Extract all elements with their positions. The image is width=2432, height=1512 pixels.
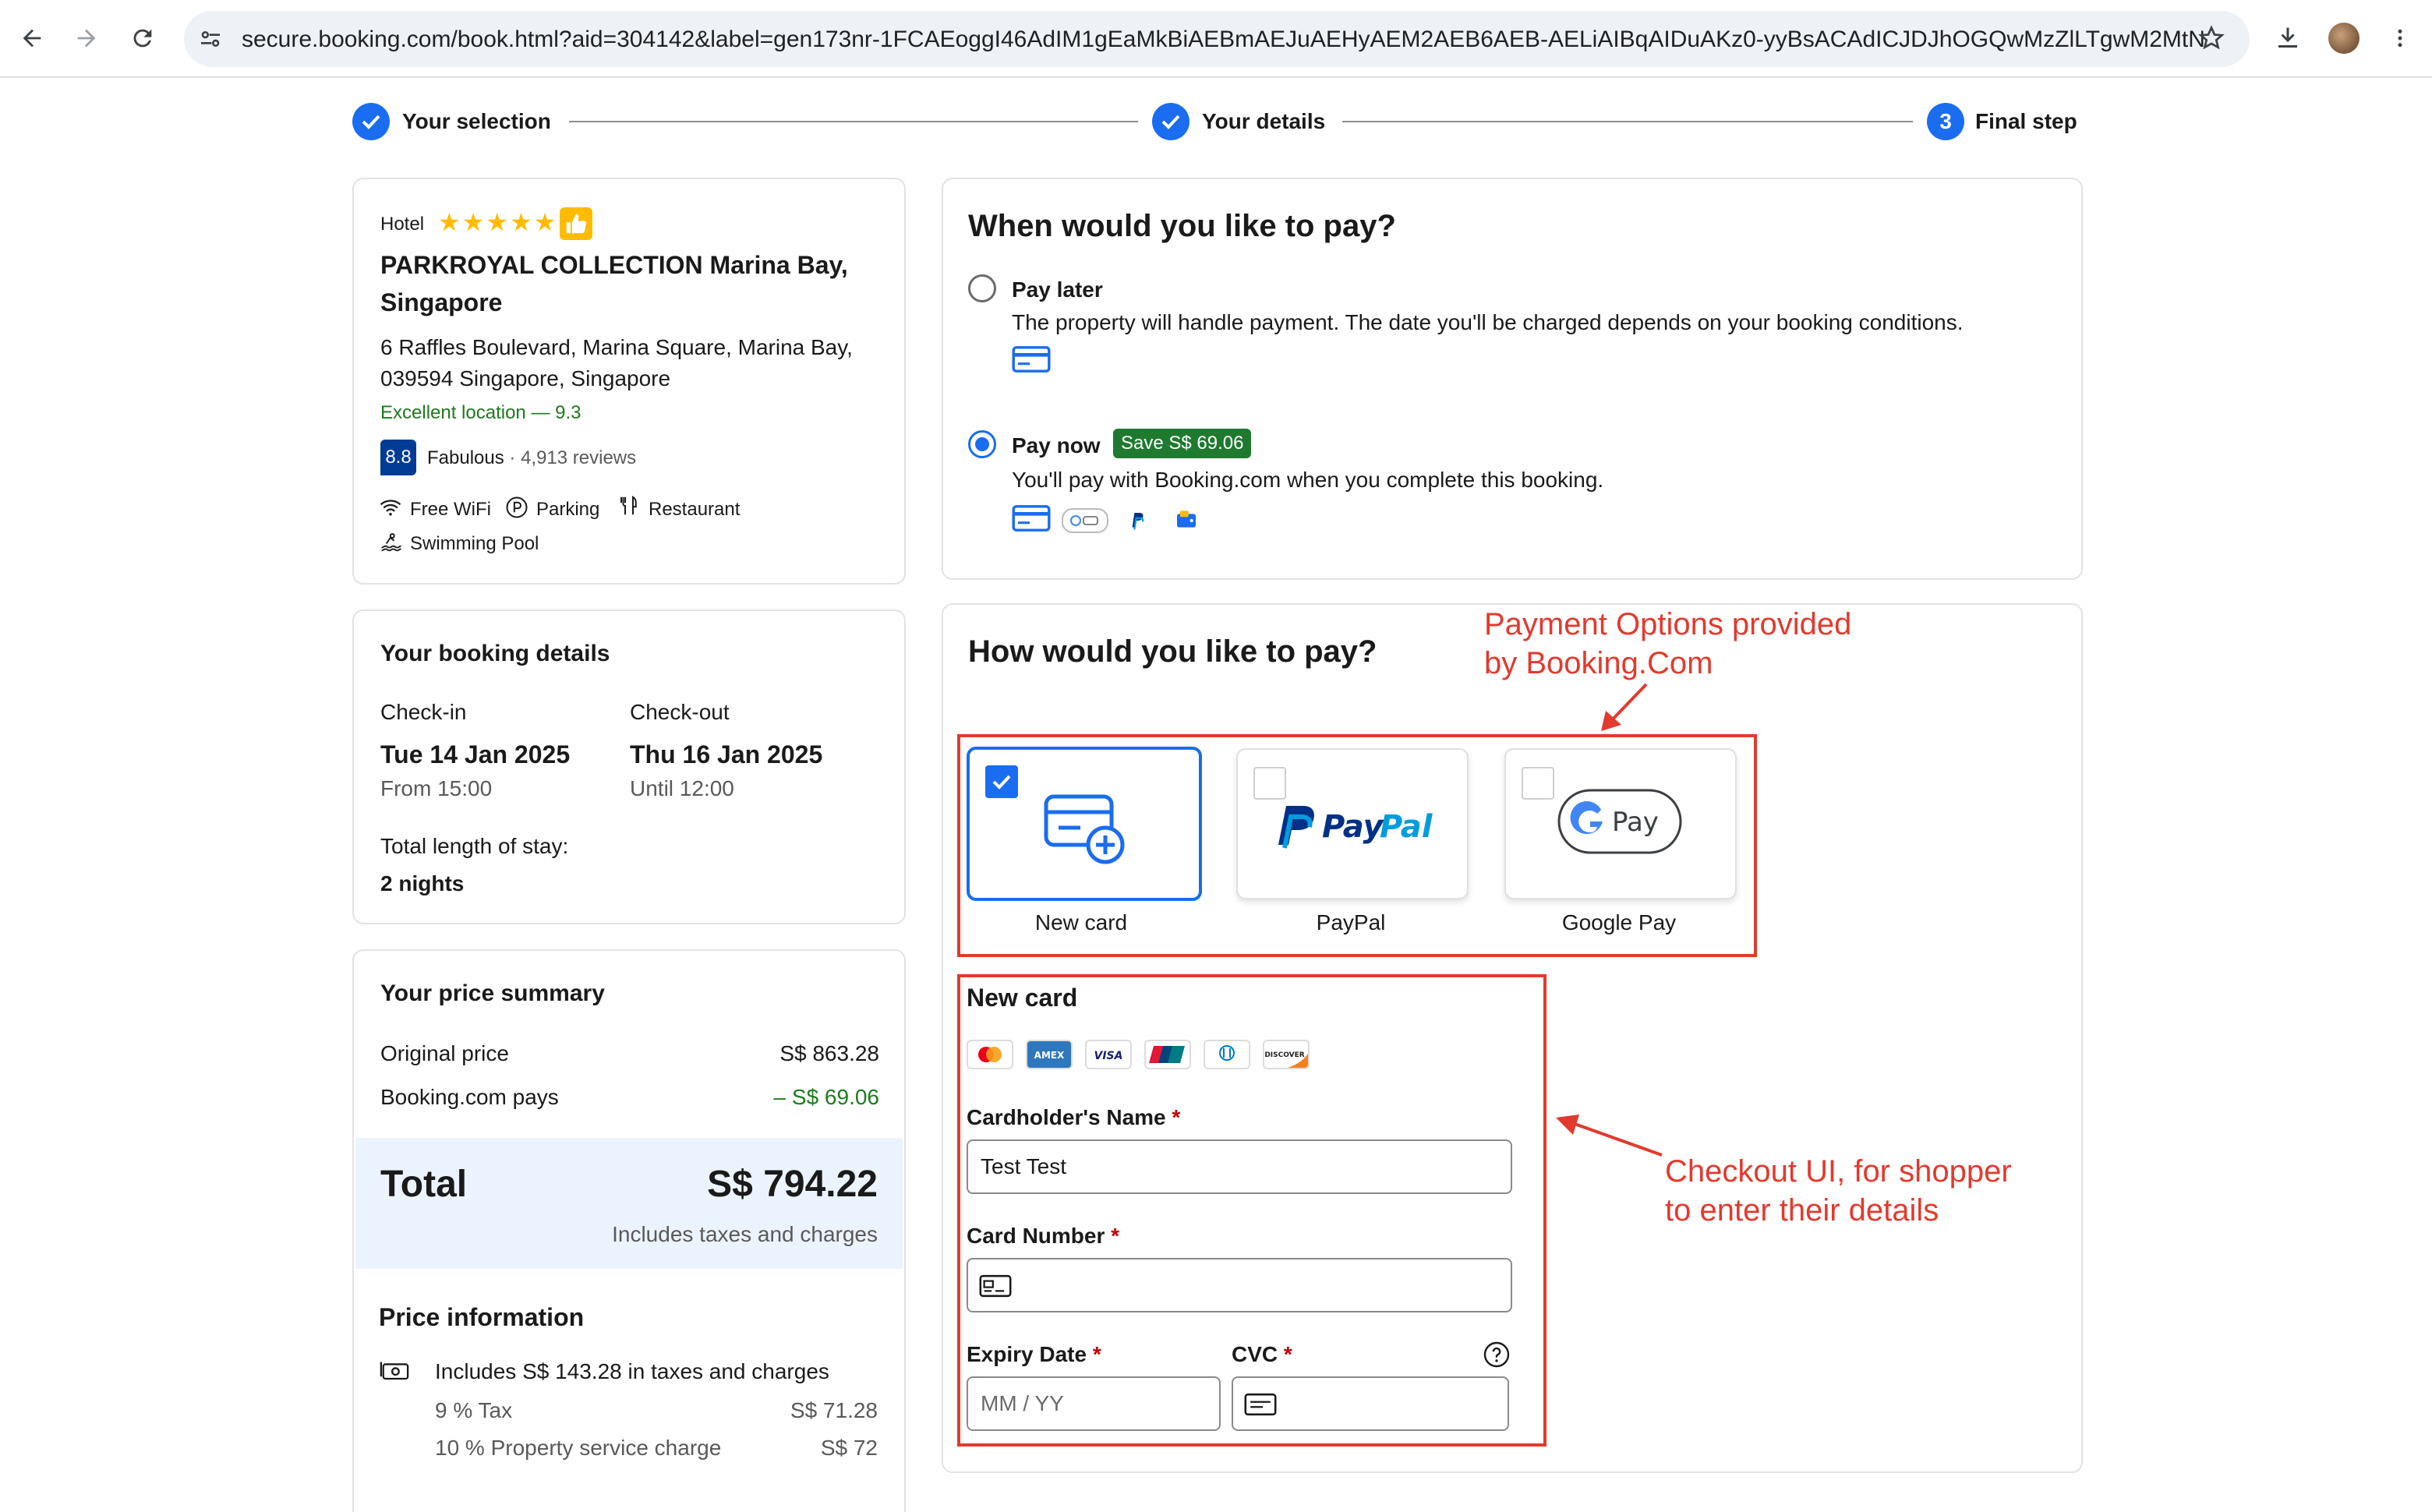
downloads-button[interactable]: [2270, 20, 2306, 56]
annotation-arrow-down: [1601, 683, 1648, 731]
property-type: Hotel: [380, 214, 425, 235]
price-information-section: Price information Includes S$ 143.28 in …: [354, 1269, 901, 1496]
checkout-time: Until 12:00: [630, 776, 734, 800]
wifi-icon: [379, 496, 402, 523]
total-note: Includes taxes and charges: [612, 1222, 878, 1246]
browser-toolbar: secure.booking.com/book.html?aid=304142&…: [0, 0, 2432, 78]
credit-card-icon: [1012, 344, 1051, 378]
payment-options-highlight: [957, 734, 1757, 957]
google-pay-small-icon: [1062, 508, 1108, 533]
checkin-label: Check-in: [380, 700, 467, 724]
bookmark-star-button[interactable]: [2193, 20, 2229, 56]
checkout-label: Check-out: [630, 700, 730, 724]
wallet-icon: [1174, 507, 1199, 532]
total-value: S$ 794.22: [707, 1164, 878, 1205]
star-outline-icon: [2198, 25, 2225, 50]
annotation-payment-options: Payment Options provided by Booking.Com: [1484, 607, 1852, 680]
restaurant-icon: [617, 493, 641, 523]
step-connector: [1342, 121, 1913, 122]
hotel-card: Hotel ★★★★★ PARKROYAL COLLECTION Marina …: [352, 178, 906, 585]
forward-button[interactable]: [69, 20, 104, 56]
booking-details-card: Your booking details Check-in Tue 14 Jan…: [352, 609, 906, 924]
kebab-menu-icon: [2398, 29, 2402, 48]
hotel-address: 6 Raffles Boulevard, Marina Square, Mari…: [380, 335, 853, 359]
pay-now-radio[interactable]: [968, 430, 996, 458]
hotel-name: PARKROYAL COLLECTION Marina Bay,: [380, 251, 848, 279]
step-2-label: Your details: [1202, 109, 1326, 133]
review-score-word: Fabulous · 4,913 reviews: [427, 447, 637, 468]
download-icon: [2278, 27, 2297, 48]
total-price-box: Total S$ 794.22 Includes taxes and charg…: [355, 1138, 903, 1269]
star-rating: ★★★★★: [438, 208, 558, 236]
step-2-check-icon: [1152, 103, 1189, 140]
address-bar[interactable]: secure.booking.com/book.html?aid=304142&…: [184, 11, 2250, 67]
tax-1-label: 9 % Tax: [435, 1398, 513, 1422]
money-icon: [379, 1359, 410, 1387]
pay-now-description: You'll pay with Booking.com when you com…: [1012, 468, 1604, 492]
amenity-restaurant: Restaurant: [649, 499, 741, 520]
tax-1-value: S$ 71.28: [790, 1398, 878, 1422]
checkout-date: Thu 16 Jan 2025: [630, 740, 823, 768]
step-connector: [569, 121, 1138, 122]
step-3-label: Final step: [1975, 109, 2077, 133]
original-price-label: Original price: [380, 1041, 509, 1065]
annotation-arrow-left: [1556, 1115, 1663, 1157]
hotel-address-line2: 039594 Singapore, Singapore: [380, 366, 671, 390]
booking-pays-value: – S$ 69.06: [773, 1085, 879, 1109]
checkout-ui-highlight: [957, 974, 1547, 1447]
location-score: Excellent location — 9.3: [380, 402, 581, 423]
pay-later-description: The property will handle payment. The da…: [1012, 310, 1964, 334]
back-button[interactable]: [14, 20, 50, 56]
booking-details-title: Your booking details: [380, 641, 610, 666]
step-3-number: 3: [1927, 103, 1964, 140]
save-badge: Save S$ 69.06: [1113, 429, 1252, 458]
hotel-name-line2: Singapore: [380, 288, 503, 316]
tax-2-label: 10 % Property service charge: [435, 1436, 722, 1460]
price-info-title: Price information: [379, 1303, 585, 1331]
taxes-included-line: Includes S$ 143.28 in taxes and charges: [435, 1359, 829, 1383]
amenity-wifi: Free WiFi: [410, 499, 491, 520]
checkin-time: From 15:00: [380, 776, 493, 800]
avatar: [2328, 23, 2360, 54]
reload-button[interactable]: [125, 20, 161, 56]
profile-avatar[interactable]: [2326, 20, 2362, 56]
paypal-small-icon: [1122, 507, 1151, 532]
amenity-parking: Parking: [536, 499, 600, 520]
arrow-left-icon: [23, 29, 41, 48]
pay-later-radio[interactable]: [968, 274, 996, 302]
browser-menu-button[interactable]: [2382, 20, 2418, 56]
url-text: secure.booking.com/book.html?aid=304142&…: [242, 26, 2206, 52]
tax-2-value: S$ 72: [820, 1436, 878, 1460]
checkin-date: Tue 14 Jan 2025: [380, 740, 571, 768]
booking-pays-label: Booking.com pays: [380, 1085, 559, 1109]
stay-length-label: Total length of stay:: [380, 834, 569, 858]
pay-now-label[interactable]: Pay now: [1012, 433, 1101, 458]
annotation-checkout-ui: Checkout UI, for shopper to enter their …: [1665, 1154, 2012, 1228]
arrow-right-icon: [77, 29, 96, 48]
price-summary-title: Your price summary: [380, 980, 605, 1006]
when-to-pay-title: When would you like to pay?: [968, 209, 1396, 243]
how-to-pay-title: How would you like to pay?: [968, 634, 1377, 669]
thumbs-up-icon: [560, 207, 592, 240]
credit-card-icon: [1012, 503, 1051, 537]
parking-icon: [505, 496, 528, 523]
site-settings-icon[interactable]: [198, 26, 223, 55]
swimming-pool-icon: [379, 530, 404, 557]
pay-later-label[interactable]: Pay later: [1012, 277, 1103, 302]
review-score-badge: 8.8: [380, 440, 416, 475]
reload-icon: [133, 29, 152, 48]
original-price-value: S$ 863.28: [779, 1041, 879, 1065]
step-1-check-icon: [352, 103, 390, 140]
when-to-pay-card: When would you like to pay? Pay later Th…: [942, 178, 2083, 580]
total-label: Total: [380, 1164, 468, 1205]
amenity-pool: Swimming Pool: [410, 533, 539, 554]
stay-length-value: 2 nights: [380, 871, 465, 896]
step-1-label: Your selection: [402, 109, 551, 133]
